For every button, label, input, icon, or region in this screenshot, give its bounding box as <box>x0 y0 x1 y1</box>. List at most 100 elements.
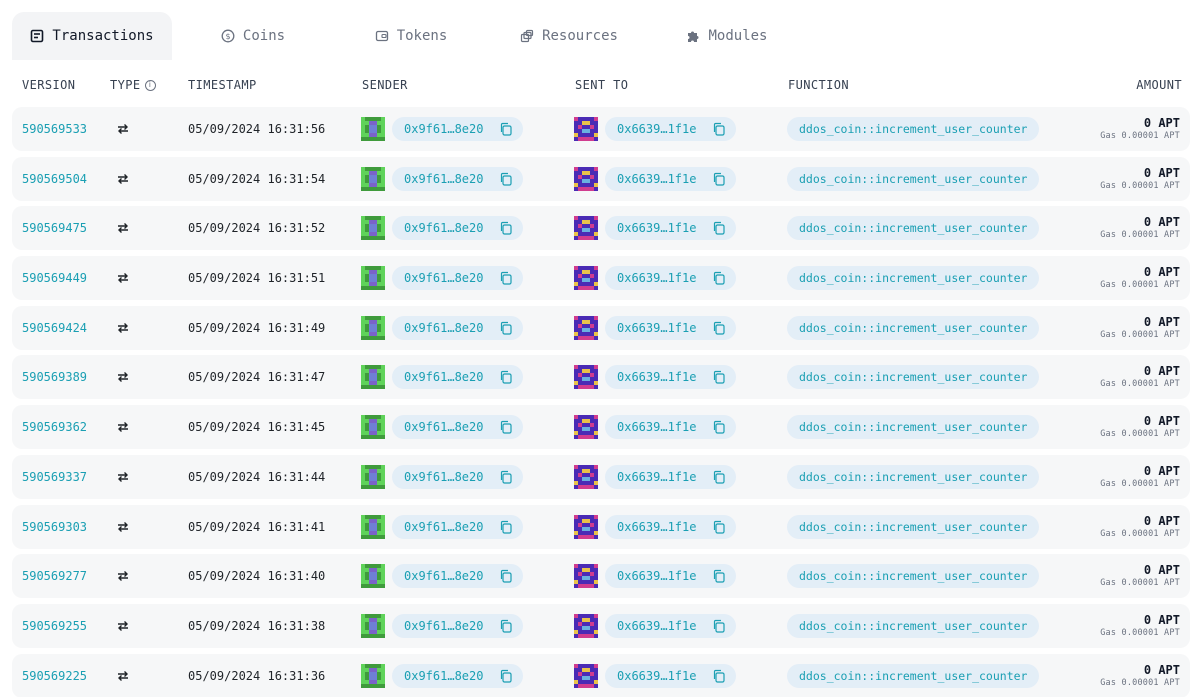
function-pill[interactable]: ddos_coin::increment_user_counter <box>787 464 1040 489</box>
function-pill[interactable]: ddos_coin::increment_user_counter <box>787 564 1040 589</box>
function-pill[interactable]: ddos_coin::increment_user_counter <box>787 117 1040 141</box>
table-row[interactable]: 590569424 05/09/2024 16:31:49 0x9f61…8e2… <box>12 305 1190 350</box>
copy-icon[interactable] <box>499 370 513 385</box>
sender-address-pill[interactable]: 0x9f61…8e20 <box>392 464 524 489</box>
sender-address-pill[interactable]: 0x9f61…8e20 <box>392 166 524 191</box>
recipient-address-pill[interactable]: 0x6639…1f1e <box>605 564 737 589</box>
copy-icon[interactable] <box>499 122 513 136</box>
copy-icon[interactable] <box>499 321 513 335</box>
version-link[interactable]: 590569337 <box>22 455 87 499</box>
copy-icon[interactable] <box>499 172 513 186</box>
header-version[interactable]: VERSION <box>22 78 75 92</box>
function-pill[interactable]: ddos_coin::increment_user_counter <box>787 365 1040 390</box>
version-link[interactable]: 590569277 <box>22 554 87 598</box>
transfer-type-icon <box>116 554 130 598</box>
function-pill[interactable]: ddos_coin::increment_user_counter <box>787 315 1040 340</box>
copy-icon[interactable] <box>499 271 513 285</box>
version-link[interactable]: 590569225 <box>22 654 87 697</box>
copy-icon[interactable] <box>712 470 726 484</box>
table-row[interactable]: 590569533 05/09/2024 16:31:56 0x9f61…8e2… <box>12 107 1190 151</box>
sender-address-pill[interactable]: 0x9f61…8e20 <box>392 117 524 141</box>
table-row[interactable]: 590569362 05/09/2024 16:31:45 0x9f61…8e2… <box>12 405 1190 450</box>
function-pill[interactable]: ddos_coin::increment_user_counter <box>787 613 1040 638</box>
info-icon[interactable]: i <box>144 79 156 91</box>
table-row[interactable]: 590569504 05/09/2024 16:31:54 0x9f61…8e2… <box>12 156 1190 201</box>
table-row[interactable]: 590569449 05/09/2024 16:31:51 0x9f61…8e2… <box>12 256 1190 301</box>
table-row[interactable]: 590569225 05/09/2024 16:31:36 0x9f61…8e2… <box>12 653 1190 697</box>
function-pill[interactable]: ddos_coin::increment_user_counter <box>787 663 1040 688</box>
version-link[interactable]: 590569362 <box>22 405 87 449</box>
recipient-address-pill[interactable]: 0x6639…1f1e <box>605 415 737 440</box>
copy-icon[interactable] <box>499 520 513 534</box>
header-function[interactable]: FUNCTION <box>788 78 849 92</box>
copy-icon[interactable] <box>712 321 726 335</box>
sender-address-pill[interactable]: 0x9f61…8e20 <box>392 216 524 241</box>
recipient-address-pill[interactable]: 0x6639…1f1e <box>605 166 737 191</box>
header-sender[interactable]: SENDER <box>362 78 408 92</box>
copy-icon[interactable] <box>712 569 726 583</box>
sender-cell: 0x9f61…8e20 <box>361 654 524 697</box>
recipient-address-pill[interactable]: 0x6639…1f1e <box>605 315 737 340</box>
table-row[interactable]: 590569277 05/09/2024 16:31:40 0x9f61…8e2… <box>12 554 1190 599</box>
recipient-address-pill[interactable]: 0x6639…1f1e <box>605 117 737 141</box>
copy-icon[interactable] <box>712 420 726 434</box>
tab-tokens[interactable]: Tokens <box>334 12 488 60</box>
header-sent-to[interactable]: SENT TO <box>575 78 628 92</box>
recipient-address-pill[interactable]: 0x6639…1f1e <box>605 514 737 539</box>
header-amount[interactable]: AMOUNT <box>1136 78 1182 92</box>
tab-coins[interactable]: $ Coins <box>176 12 330 60</box>
recipient-address-pill[interactable]: 0x6639…1f1e <box>605 613 737 638</box>
version-link[interactable]: 590569449 <box>22 256 87 300</box>
recipient-address-pill[interactable]: 0x6639…1f1e <box>605 266 737 291</box>
table-row[interactable]: 590569475 05/09/2024 16:31:52 0x9f61…8e2… <box>12 206 1190 251</box>
table-row[interactable]: 590569337 05/09/2024 16:31:44 0x9f61…8e2… <box>12 454 1190 499</box>
function-pill[interactable]: ddos_coin::increment_user_counter <box>787 166 1040 191</box>
sender-address-pill[interactable]: 0x9f61…8e20 <box>392 266 524 291</box>
copy-icon[interactable] <box>712 172 726 186</box>
function-pill[interactable]: ddos_coin::increment_user_counter <box>787 266 1040 291</box>
sender-address-pill[interactable]: 0x9f61…8e20 <box>392 613 524 638</box>
copy-icon[interactable] <box>712 271 726 285</box>
tab-transactions[interactable]: Transactions <box>12 12 172 60</box>
recipient-address-pill[interactable]: 0x6639…1f1e <box>605 365 737 390</box>
table-row[interactable]: 590569303 05/09/2024 16:31:41 0x9f61…8e2… <box>12 504 1190 549</box>
version-link[interactable]: 590569533 <box>22 107 87 151</box>
function-pill[interactable]: ddos_coin::increment_user_counter <box>787 216 1040 241</box>
tab-modules[interactable]: Modules <box>650 12 804 60</box>
header-timestamp[interactable]: TIMESTAMP <box>188 78 257 92</box>
copy-icon[interactable] <box>499 221 513 235</box>
version-link[interactable]: 590569389 <box>22 355 87 399</box>
recipient-address-pill[interactable]: 0x6639…1f1e <box>605 663 737 688</box>
sender-address-pill[interactable]: 0x9f61…8e20 <box>392 415 524 440</box>
copy-icon[interactable] <box>712 370 726 385</box>
version-link[interactable]: 590569475 <box>22 206 87 250</box>
sender-address-pill[interactable]: 0x9f61…8e20 <box>392 315 524 340</box>
copy-icon[interactable] <box>499 420 513 434</box>
copy-icon[interactable] <box>499 470 513 484</box>
copy-icon[interactable] <box>712 619 726 633</box>
copy-icon[interactable] <box>712 669 726 683</box>
recipient-address-pill[interactable]: 0x6639…1f1e <box>605 464 737 489</box>
copy-icon[interactable] <box>499 569 513 583</box>
table-row[interactable]: 590569255 05/09/2024 16:31:38 0x9f61…8e2… <box>12 603 1190 648</box>
recipient-avatar <box>574 216 598 241</box>
copy-icon[interactable] <box>712 221 726 235</box>
sender-address-pill[interactable]: 0x9f61…8e20 <box>392 564 524 589</box>
header-type[interactable]: TYPE i <box>110 78 156 92</box>
copy-icon[interactable] <box>499 669 513 683</box>
copy-icon[interactable] <box>712 122 726 136</box>
function-pill[interactable]: ddos_coin::increment_user_counter <box>787 415 1040 440</box>
function-pill[interactable]: ddos_coin::increment_user_counter <box>787 514 1040 539</box>
sender-address-pill[interactable]: 0x9f61…8e20 <box>392 663 524 688</box>
version-link[interactable]: 590569504 <box>22 157 87 201</box>
tab-resources[interactable]: Resources <box>492 12 646 60</box>
sender-address-pill[interactable]: 0x9f61…8e20 <box>392 514 524 539</box>
recipient-address-pill[interactable]: 0x6639…1f1e <box>605 216 737 241</box>
version-link[interactable]: 590569424 <box>22 306 87 350</box>
copy-icon[interactable] <box>499 619 513 633</box>
version-link[interactable]: 590569255 <box>22 604 87 648</box>
table-row[interactable]: 590569389 05/09/2024 16:31:47 0x9f61…8e2… <box>12 355 1190 400</box>
copy-icon[interactable] <box>712 520 726 534</box>
version-link[interactable]: 590569303 <box>22 505 87 549</box>
sender-address-pill[interactable]: 0x9f61…8e20 <box>392 365 524 390</box>
